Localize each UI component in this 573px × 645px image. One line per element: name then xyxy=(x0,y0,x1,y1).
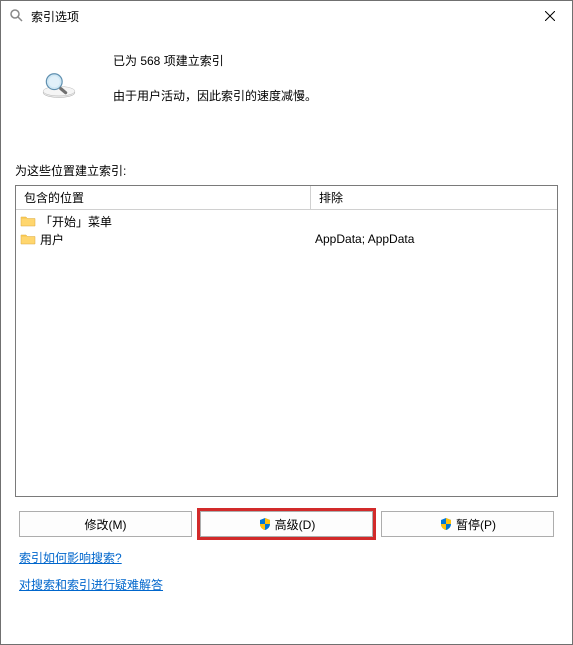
help-links: 索引如何影响搜索? 对搜索和索引进行疑难解答 xyxy=(15,549,558,603)
how-indexing-affects-link[interactable]: 索引如何影响搜索? xyxy=(19,549,122,566)
column-excluded[interactable]: 排除 xyxy=(311,186,557,209)
shield-icon xyxy=(258,517,272,531)
included-column-body: 「开始」菜单 用户 xyxy=(16,210,311,496)
content-area: 已为 568 项建立索引 由于用户活动，因此索引的速度减慢。 为这些位置建立索引… xyxy=(1,31,572,644)
advanced-button[interactable]: 高级(D) xyxy=(200,511,373,537)
list-item-excluded xyxy=(315,212,553,230)
indexed-count: 已为 568 项建立索引 xyxy=(113,52,558,69)
status-section: 已为 568 项建立索引 由于用户活动，因此索引的速度减慢。 xyxy=(15,49,558,122)
folder-icon xyxy=(20,232,36,246)
list-item[interactable]: 用户 xyxy=(20,230,307,248)
locations-list: 包含的位置 排除 「开始」菜单 xyxy=(15,185,558,497)
shield-icon xyxy=(439,517,453,531)
item-name: 「开始」菜单 xyxy=(40,213,112,230)
column-included[interactable]: 包含的位置 xyxy=(16,186,311,209)
locations-label: 为这些位置建立索引: xyxy=(15,162,558,179)
titlebar: 索引选项 xyxy=(1,1,572,31)
pause-button[interactable]: 暂停(P) xyxy=(381,511,554,537)
excluded-value: AppData; AppData xyxy=(315,232,414,246)
locations-header: 包含的位置 排除 xyxy=(16,186,557,210)
button-row: 修改(M) 高级(D) xyxy=(15,511,558,537)
item-name: 用户 xyxy=(40,231,64,248)
indexing-speed-note: 由于用户活动，因此索引的速度减慢。 xyxy=(113,87,558,104)
modify-button[interactable]: 修改(M) xyxy=(19,511,192,537)
list-item[interactable]: 「开始」菜单 xyxy=(20,212,307,230)
indexing-options-dialog: 索引选项 已为 568 项建立索引 由于用户活动，因此索引的速度减慢。 xyxy=(0,0,573,645)
magnifier-icon xyxy=(35,69,83,110)
indexing-icon xyxy=(9,8,25,24)
locations-body: 「开始」菜单 用户 xyxy=(16,210,557,496)
excluded-column-body: AppData; AppData xyxy=(311,210,557,496)
list-item-excluded: AppData; AppData xyxy=(315,230,553,248)
window-title: 索引选项 xyxy=(31,8,527,25)
troubleshoot-link[interactable]: 对搜索和索引进行疑难解答 xyxy=(19,576,163,593)
status-text: 已为 568 项建立索引 由于用户活动，因此索引的速度减慢。 xyxy=(113,49,558,122)
close-button[interactable] xyxy=(527,1,572,31)
folder-icon xyxy=(20,214,36,228)
